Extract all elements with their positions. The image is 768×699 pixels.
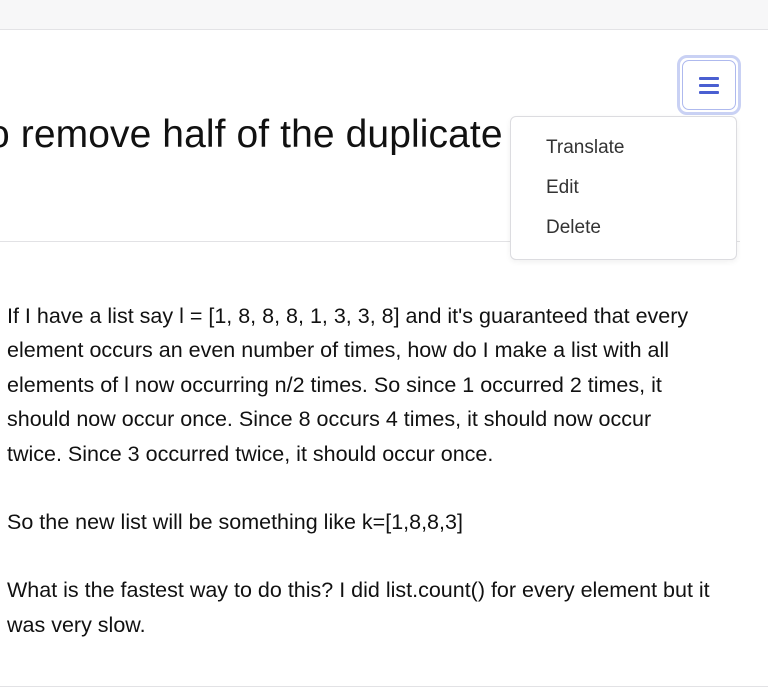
question-paragraph: So the new list will be something like k… [7, 510, 463, 535]
hamburger-icon [699, 77, 719, 94]
menu-item-edit[interactable]: Edit [511, 168, 736, 208]
menu-item-translate[interactable]: Translate [511, 128, 736, 168]
question-title: o remove half of the duplicate [0, 113, 503, 156]
question-paragraph: If I have a list say l = [1, 8, 8, 8, 1,… [7, 304, 689, 466]
menu-dropdown: Translate Edit Delete [510, 116, 737, 260]
question-paragraph: What is the fastest way to do this? I di… [7, 578, 710, 637]
question-body: If I have a list say l = [1, 8, 8, 8, 1,… [7, 299, 727, 676]
menu-item-delete[interactable]: Delete [511, 208, 736, 248]
body-divider [0, 686, 768, 687]
menu-button[interactable] [677, 55, 741, 115]
question-card: o remove half of the duplicate If I have… [0, 0, 768, 699]
